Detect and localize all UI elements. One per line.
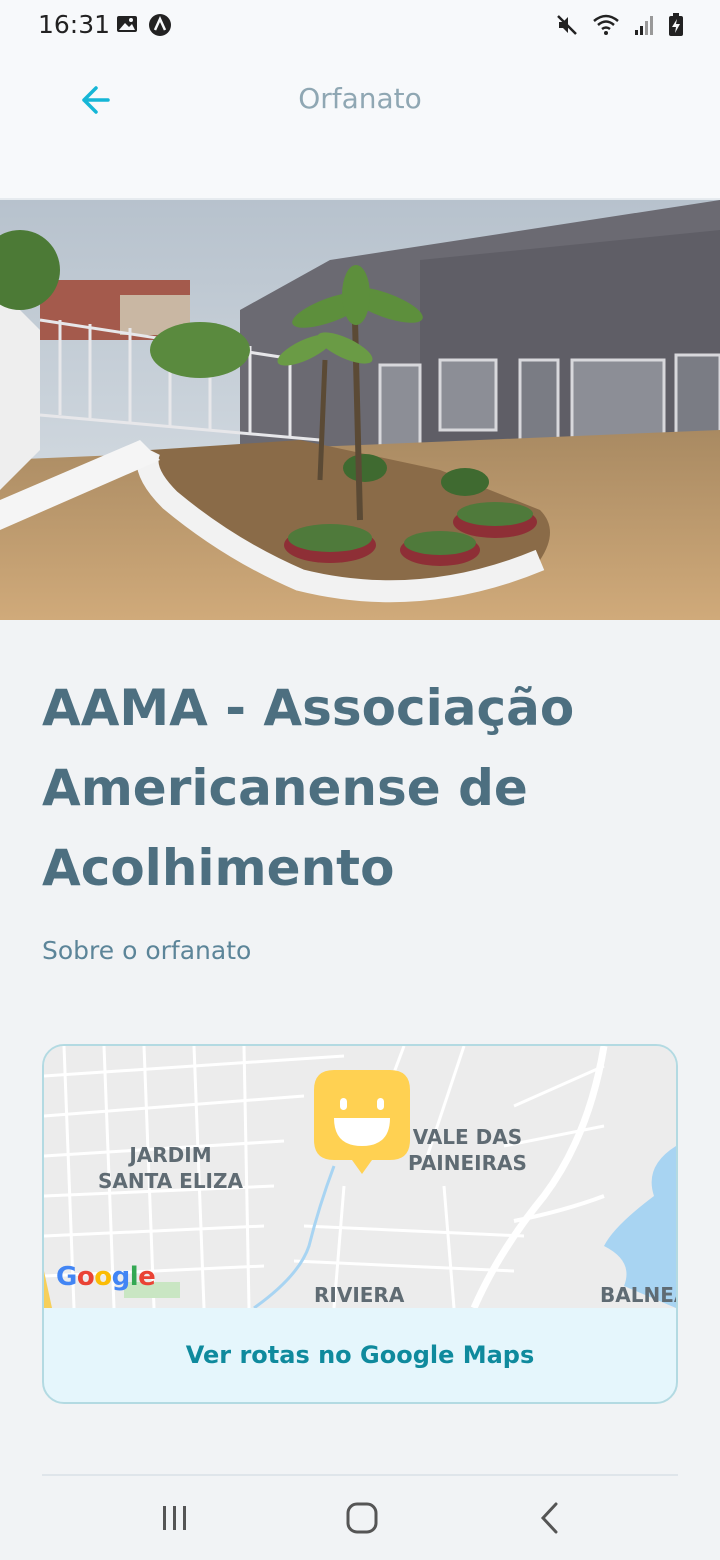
wifi-icon xyxy=(593,14,619,35)
battery-charging-icon xyxy=(669,13,683,36)
map-marker-icon[interactable] xyxy=(314,1070,410,1180)
map-label-balnea: BALNEA xyxy=(600,1283,676,1307)
map-label-jardim: JARDIM SANTA ELIZA xyxy=(98,1143,243,1193)
recents-icon[interactable] xyxy=(160,1502,190,1534)
map-label-riviera: RIVIERA xyxy=(314,1283,405,1307)
map-preview[interactable]: JARDIM SANTA ELIZA VALE DAS PAINEIRAS RI… xyxy=(44,1046,676,1310)
back-icon[interactable] xyxy=(536,1500,564,1536)
google-maps-routes-button[interactable]: Ver rotas no Google Maps xyxy=(44,1308,676,1402)
mute-icon xyxy=(557,15,577,35)
status-right-icons xyxy=(556,13,684,37)
orphanage-name: AAMA - Associação Americanense de Acolhi… xyxy=(42,679,575,897)
about-label: Sobre o orfanato xyxy=(42,936,252,965)
status-bar: 16:31 xyxy=(0,0,720,52)
map-label-vale: VALE DAS PAINEIRAS xyxy=(408,1125,527,1175)
orphanage-photo xyxy=(0,200,720,620)
status-time: 16:31 xyxy=(38,10,111,39)
app-notification-icon xyxy=(149,14,171,36)
status-left-icons xyxy=(116,13,172,37)
home-icon[interactable] xyxy=(344,1500,380,1536)
system-nav-bar xyxy=(0,1476,720,1560)
app-header: Orfanato xyxy=(0,52,720,200)
map-card: JARDIM SANTA ELIZA VALE DAS PAINEIRAS RI… xyxy=(42,1044,678,1404)
page-title: Orfanato xyxy=(298,82,422,115)
google-logo: Google xyxy=(56,1262,156,1292)
signal-icon xyxy=(635,16,653,35)
gallery-icon xyxy=(117,16,137,32)
